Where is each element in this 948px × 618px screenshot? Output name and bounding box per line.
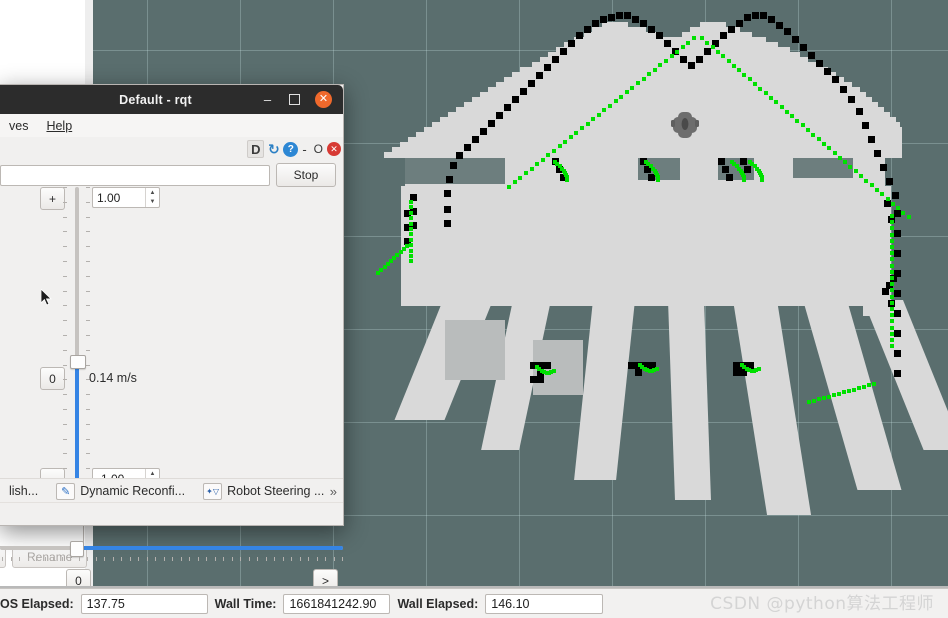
linear-max-spinbox[interactable]: ▲▼: [92, 187, 160, 208]
undock-icon[interactable]: O: [311, 141, 326, 158]
tab-overflow-icon[interactable]: »: [330, 484, 337, 499]
rqt-menubar[interactable]: ves Help: [0, 114, 343, 138]
refresh-icon[interactable]: ↻: [265, 141, 282, 158]
wall-time-label: Wall Time:: [214, 596, 277, 611]
mouse-cursor-icon: [41, 289, 52, 306]
tab-dynamic-reconfigure[interactable]: ✎ Dynamic Reconfi...: [47, 482, 194, 500]
minimize-icon[interactable]: –: [261, 93, 274, 106]
angular-velocity-slider[interactable]: [0, 541, 343, 557]
ros-elapsed-value[interactable]: 137.75: [80, 593, 208, 614]
linear-velocity-slider[interactable]: [70, 187, 86, 499]
linear-slider-ticks-left: [63, 187, 68, 499]
wall-elapsed-value[interactable]: 146.10: [485, 593, 604, 614]
menu-item-help[interactable]: Help: [37, 117, 81, 135]
close-icon[interactable]: ✕: [315, 91, 332, 108]
plugin-tabbar[interactable]: lish... ✎ Dynamic Reconfi... ✦▽ Robot St…: [0, 478, 343, 503]
angular-slider-ticks: [0, 557, 343, 562]
window-controls: – ✕: [261, 91, 343, 108]
wall-time-value[interactable]: 1661841242.90: [283, 593, 391, 614]
menu-item-perspectives[interactable]: ves: [0, 117, 37, 135]
wall-elapsed-label: Wall Elapsed:: [397, 596, 479, 611]
topic-row: Stop: [0, 163, 343, 187]
robot-model-icon: [671, 112, 699, 138]
plugin-titlebar: D ↻ ? - O ✕: [0, 137, 343, 161]
pencil-icon: ✎: [56, 482, 76, 500]
maximize-icon[interactable]: [288, 93, 301, 106]
tab-label: Robot Steering ...: [227, 484, 325, 498]
tab-label: Dynamic Reconfi...: [80, 484, 186, 498]
linear-slider-ticks-right: [86, 187, 91, 499]
plugin-close-icon[interactable]: ✕: [327, 142, 341, 156]
help-icon[interactable]: ?: [283, 141, 299, 157]
steering-icon: ✦▽: [203, 482, 223, 500]
collapse-icon[interactable]: -: [299, 141, 309, 158]
linear-max-stepper[interactable]: ▲ ▼: [145, 188, 159, 207]
topic-input[interactable]: [0, 164, 270, 186]
stop-button[interactable]: Stop: [276, 163, 336, 187]
dock-icon[interactable]: D: [247, 140, 265, 158]
rqt-bottom-strip: [0, 502, 343, 525]
linear-increase-button[interactable]: +: [40, 187, 65, 210]
tab-label: lish...: [9, 484, 39, 498]
linear-zero-button[interactable]: 0: [40, 367, 65, 390]
tab-message-publisher[interactable]: lish...: [0, 484, 47, 498]
window-title: Default - rqt: [119, 92, 192, 107]
rviz-statusbar: OS Elapsed: 137.75 Wall Time: 1661841242…: [0, 588, 948, 618]
ros-elapsed-label: OS Elapsed:: [0, 596, 74, 611]
linear-velocity-readout: 0.14 m/s: [89, 371, 137, 385]
rqt-titlebar[interactable]: Default - rqt – ✕: [0, 85, 343, 114]
linear-max-input[interactable]: [93, 188, 145, 207]
robot-steering-plugin: D ↻ ? - O ✕ Stop + 0 -: [0, 137, 348, 611]
tab-robot-steering[interactable]: ✦▽ Robot Steering ...: [194, 482, 333, 500]
